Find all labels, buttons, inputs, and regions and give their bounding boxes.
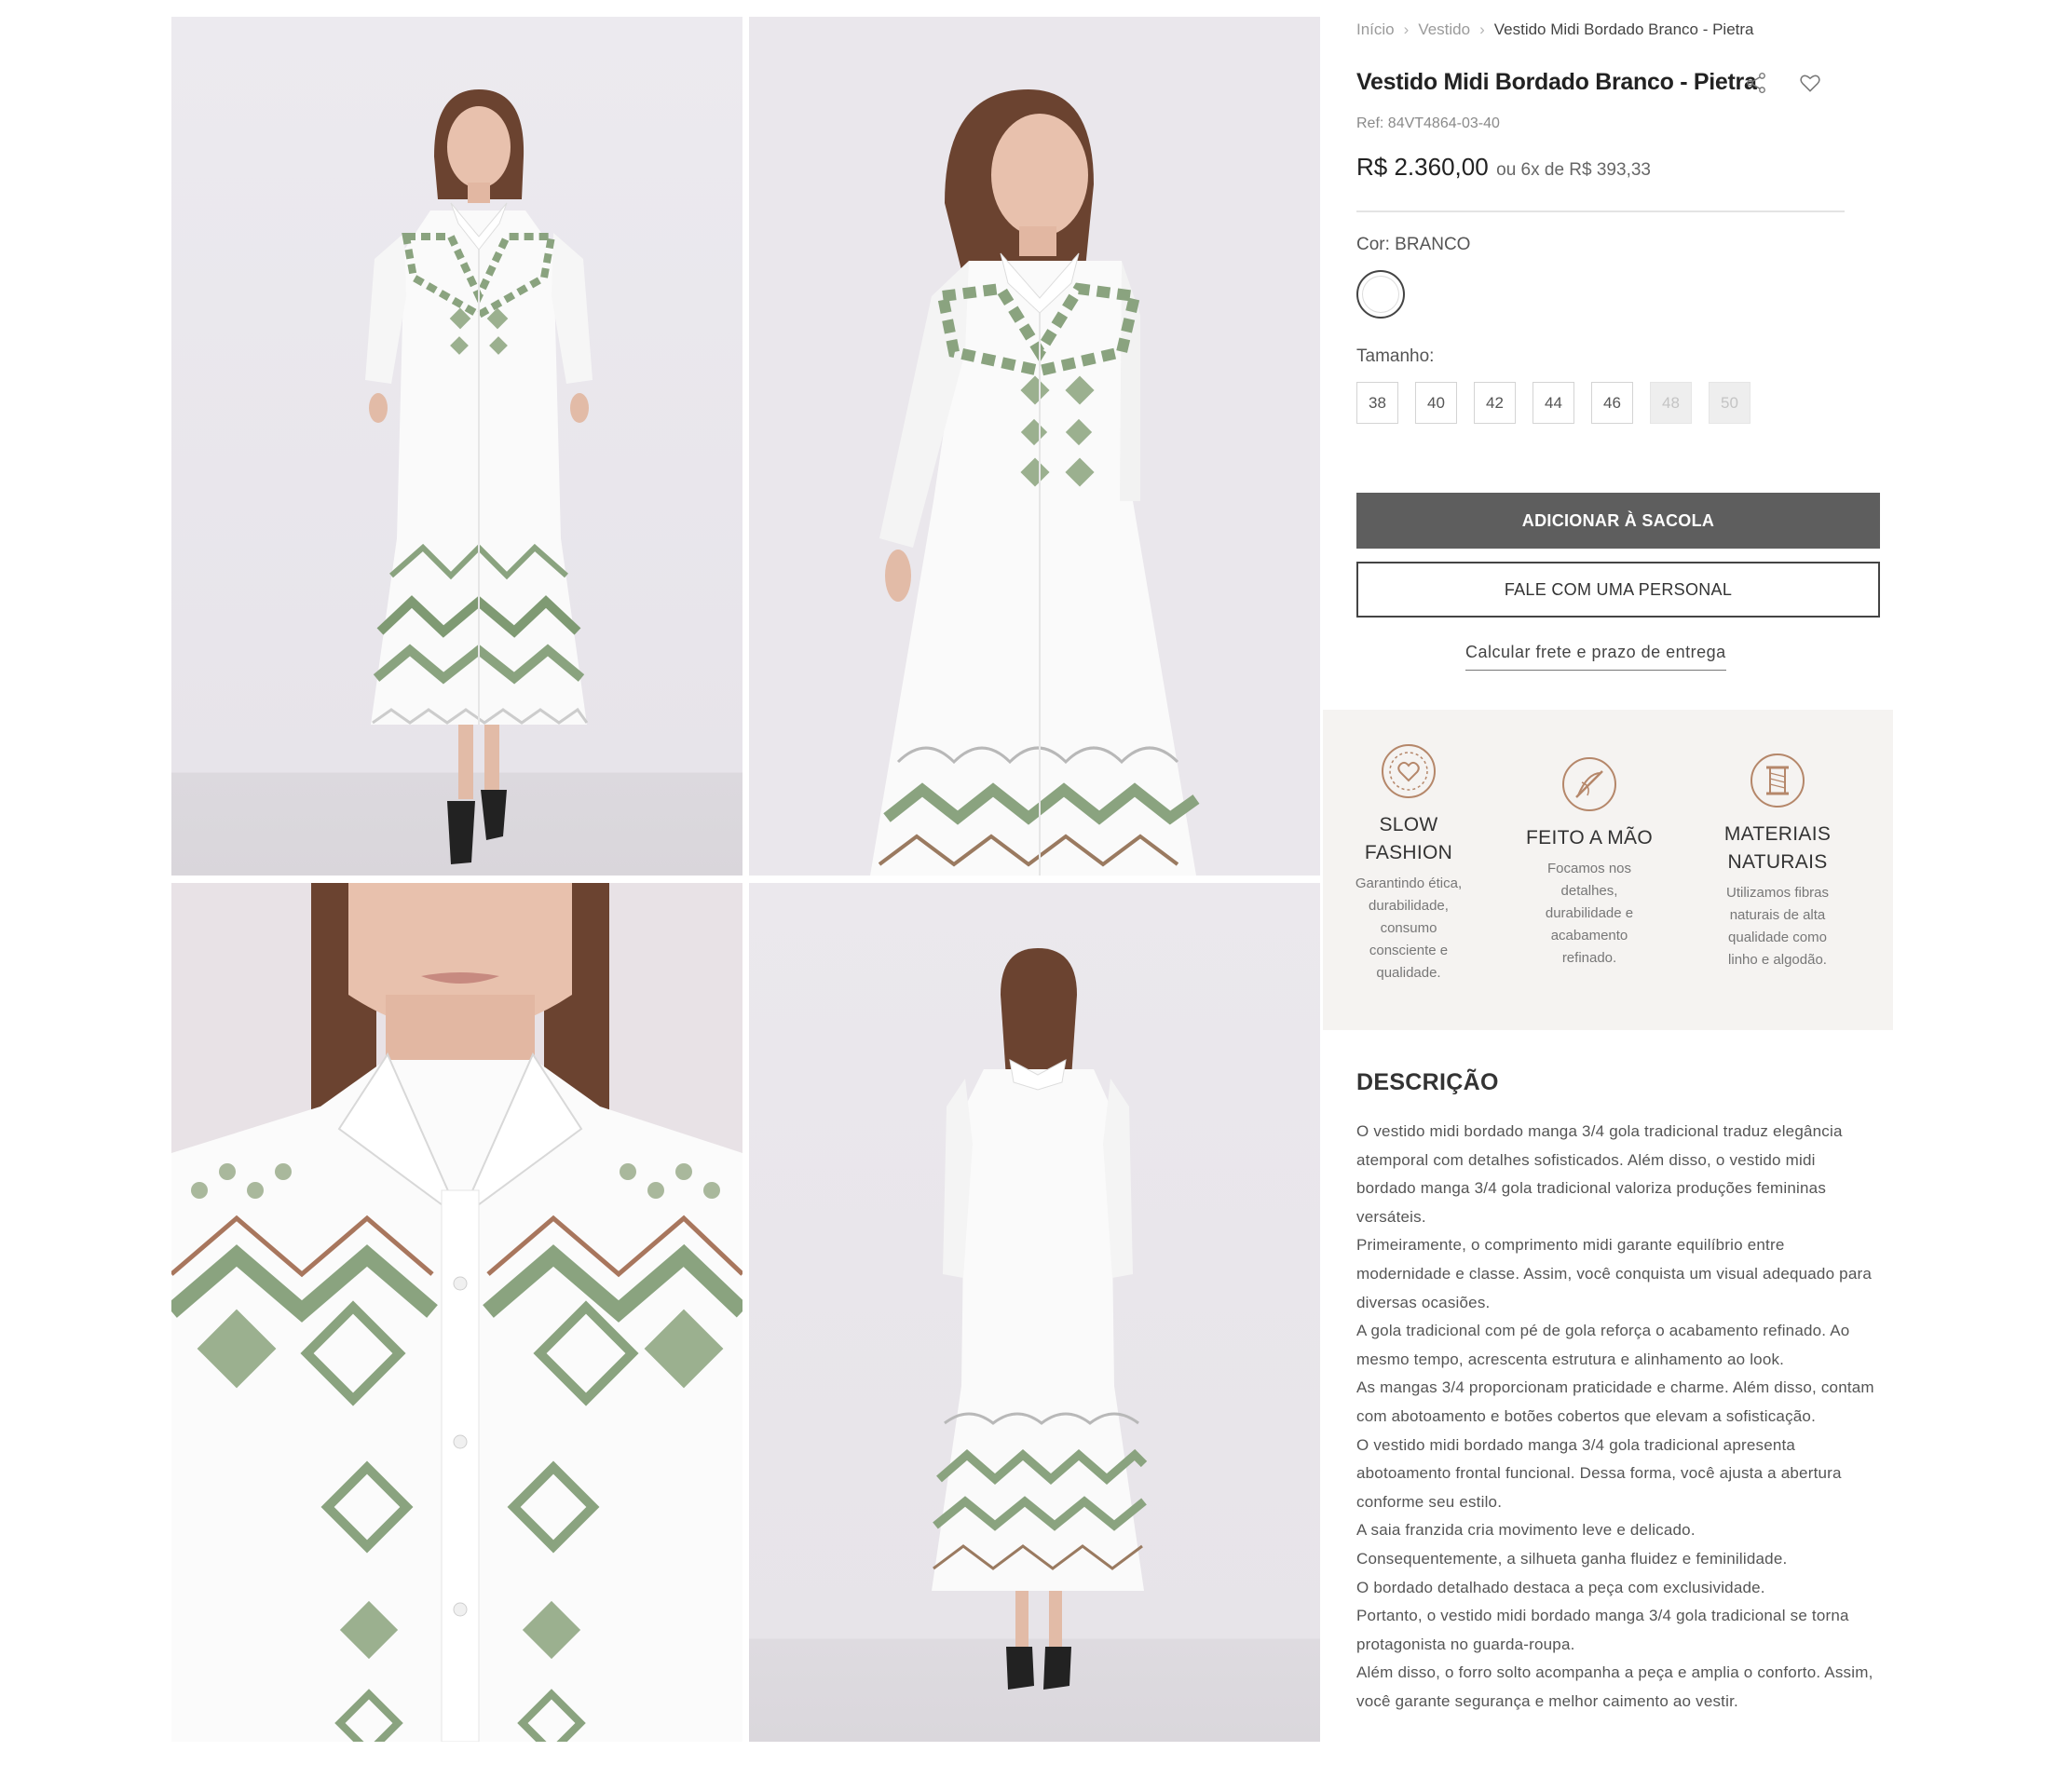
product-image-back[interactable] — [749, 883, 1320, 1742]
description-title: DESCRIÇÃO — [1356, 1069, 1499, 1095]
product-image-detail[interactable] — [171, 883, 742, 1742]
feature-name: SLOW FASHION — [1364, 814, 1453, 863]
description-paragraph: O vestido midi bordado manga 3/4 gola tr… — [1356, 1435, 1842, 1511]
description-paragraph: Consequentemente, a silhueta ganha fluid… — [1356, 1549, 1788, 1568]
size-option-48: 48 — [1650, 382, 1692, 424]
share-icon — [1747, 73, 1765, 93]
feature-description: Garantindo ética, durabilidade, consumo con… — [1355, 876, 1463, 981]
product-image-side[interactable] — [749, 17, 1320, 876]
breadcrumb-current: Vestido Midi Bordado Branco - Pietra — [1493, 20, 1754, 38]
product-title: Vestido Midi Bordado Branco - Pietra — [1356, 69, 1757, 95]
installments: ou 6x de R$ 393,33 — [1496, 160, 1651, 180]
heart-icon — [1800, 75, 1820, 92]
size-option-44[interactable]: 44 — [1533, 382, 1574, 424]
description-paragraph: O vestido midi bordado manga 3/4 gola tr… — [1356, 1122, 1843, 1226]
product-gallery — [171, 17, 1320, 1742]
feature-slow-fashion: SLOW FASHION Garantindo ética, durabilidad… — [1343, 741, 1474, 984]
feature-name: MATERIAIS NATURAIS — [1723, 823, 1832, 873]
product-info-panel: Início › Vestido › Vestido Midi Bordado Bran… — [1323, 0, 1893, 1792]
description-paragraph: O bordado detalhado destaca a peça com e… — [1356, 1578, 1765, 1596]
feature-name: FEITO A MÃO — [1526, 827, 1653, 848]
model-back-illustration — [932, 948, 1148, 1690]
description-body: O vestido midi bordado manga 3/4 gola tr… — [1356, 1118, 1874, 1716]
model-front-illustration — [365, 89, 593, 864]
feature-handmade: FEITO A MÃO Focamos nos detalhes, durabili… — [1524, 754, 1655, 970]
features-panel: SLOW FASHION Garantindo ética, durabilidad… — [1323, 710, 1893, 1030]
model-side-illustration — [870, 89, 1200, 876]
chevron-right-icon: › — [1403, 20, 1410, 38]
feature-description: Focamos nos detalhes, durabilidade e acabam… — [1545, 861, 1634, 966]
breadcrumb-home[interactable]: Início — [1356, 20, 1395, 38]
chevron-right-icon: › — [1479, 20, 1485, 38]
size-selector: 38 40 42 44 46 48 50 — [1356, 382, 1750, 424]
size-option-46[interactable]: 46 — [1591, 382, 1633, 424]
size-label: Tamanho: — [1356, 346, 1435, 366]
wishlist-button[interactable] — [1794, 67, 1826, 99]
heart-circle-icon — [1382, 744, 1436, 798]
embroidery-detail-illustration — [171, 883, 742, 1742]
description-paragraph: Primeiramente, o comprimento midi garant… — [1356, 1236, 1872, 1311]
description-paragraph: A gola tradicional com pé de gola reforç… — [1356, 1322, 1850, 1368]
add-to-bag-button[interactable]: ADICIONAR À SACOLA — [1356, 493, 1880, 549]
color-swatch-branco[interactable] — [1356, 270, 1405, 319]
calculate-shipping-link[interactable]: Calcular frete e prazo de entrega — [1465, 643, 1726, 671]
breadcrumb-category[interactable]: Vestido — [1418, 20, 1470, 38]
talk-to-personal-button[interactable]: FALE COM UMA PERSONAL — [1356, 562, 1880, 618]
size-option-40[interactable]: 40 — [1415, 382, 1457, 424]
divider — [1356, 210, 1845, 212]
feature-natural-materials: MATERIAIS NATURAIS Utilizamos fibras natur… — [1712, 751, 1843, 971]
description-paragraph: Além disso, o forro solto acompanha a pe… — [1356, 1663, 1873, 1710]
price-block: R$ 2.360,00 ou 6x de R$ 393,33 — [1356, 153, 1651, 182]
color-label: Cor: BRANCO — [1356, 235, 1471, 254]
size-option-38[interactable]: 38 — [1356, 382, 1398, 424]
product-image-front[interactable] — [171, 17, 742, 876]
product-price: R$ 2.360,00 — [1356, 153, 1489, 181]
size-option-42[interactable]: 42 — [1474, 382, 1516, 424]
breadcrumb: Início › Vestido › Vestido Midi Bordado Bran… — [1356, 20, 1754, 39]
description-paragraph: Portanto, o vestido midi bordado manga 3… — [1356, 1607, 1849, 1653]
feature-description: Utilizamos fibras naturais de alta qualida… — [1725, 885, 1830, 968]
size-option-50: 50 — [1709, 382, 1750, 424]
share-button[interactable] — [1740, 67, 1772, 99]
description-paragraph: A saia franzida cria movimento leve e de… — [1356, 1521, 1696, 1540]
description-paragraph: As mangas 3/4 proporcionam praticidade e… — [1356, 1378, 1874, 1425]
spool-icon — [1750, 753, 1805, 808]
needle-thread-icon — [1562, 757, 1616, 811]
product-reference: Ref: 84VT4864-03-40 — [1356, 115, 1500, 131]
